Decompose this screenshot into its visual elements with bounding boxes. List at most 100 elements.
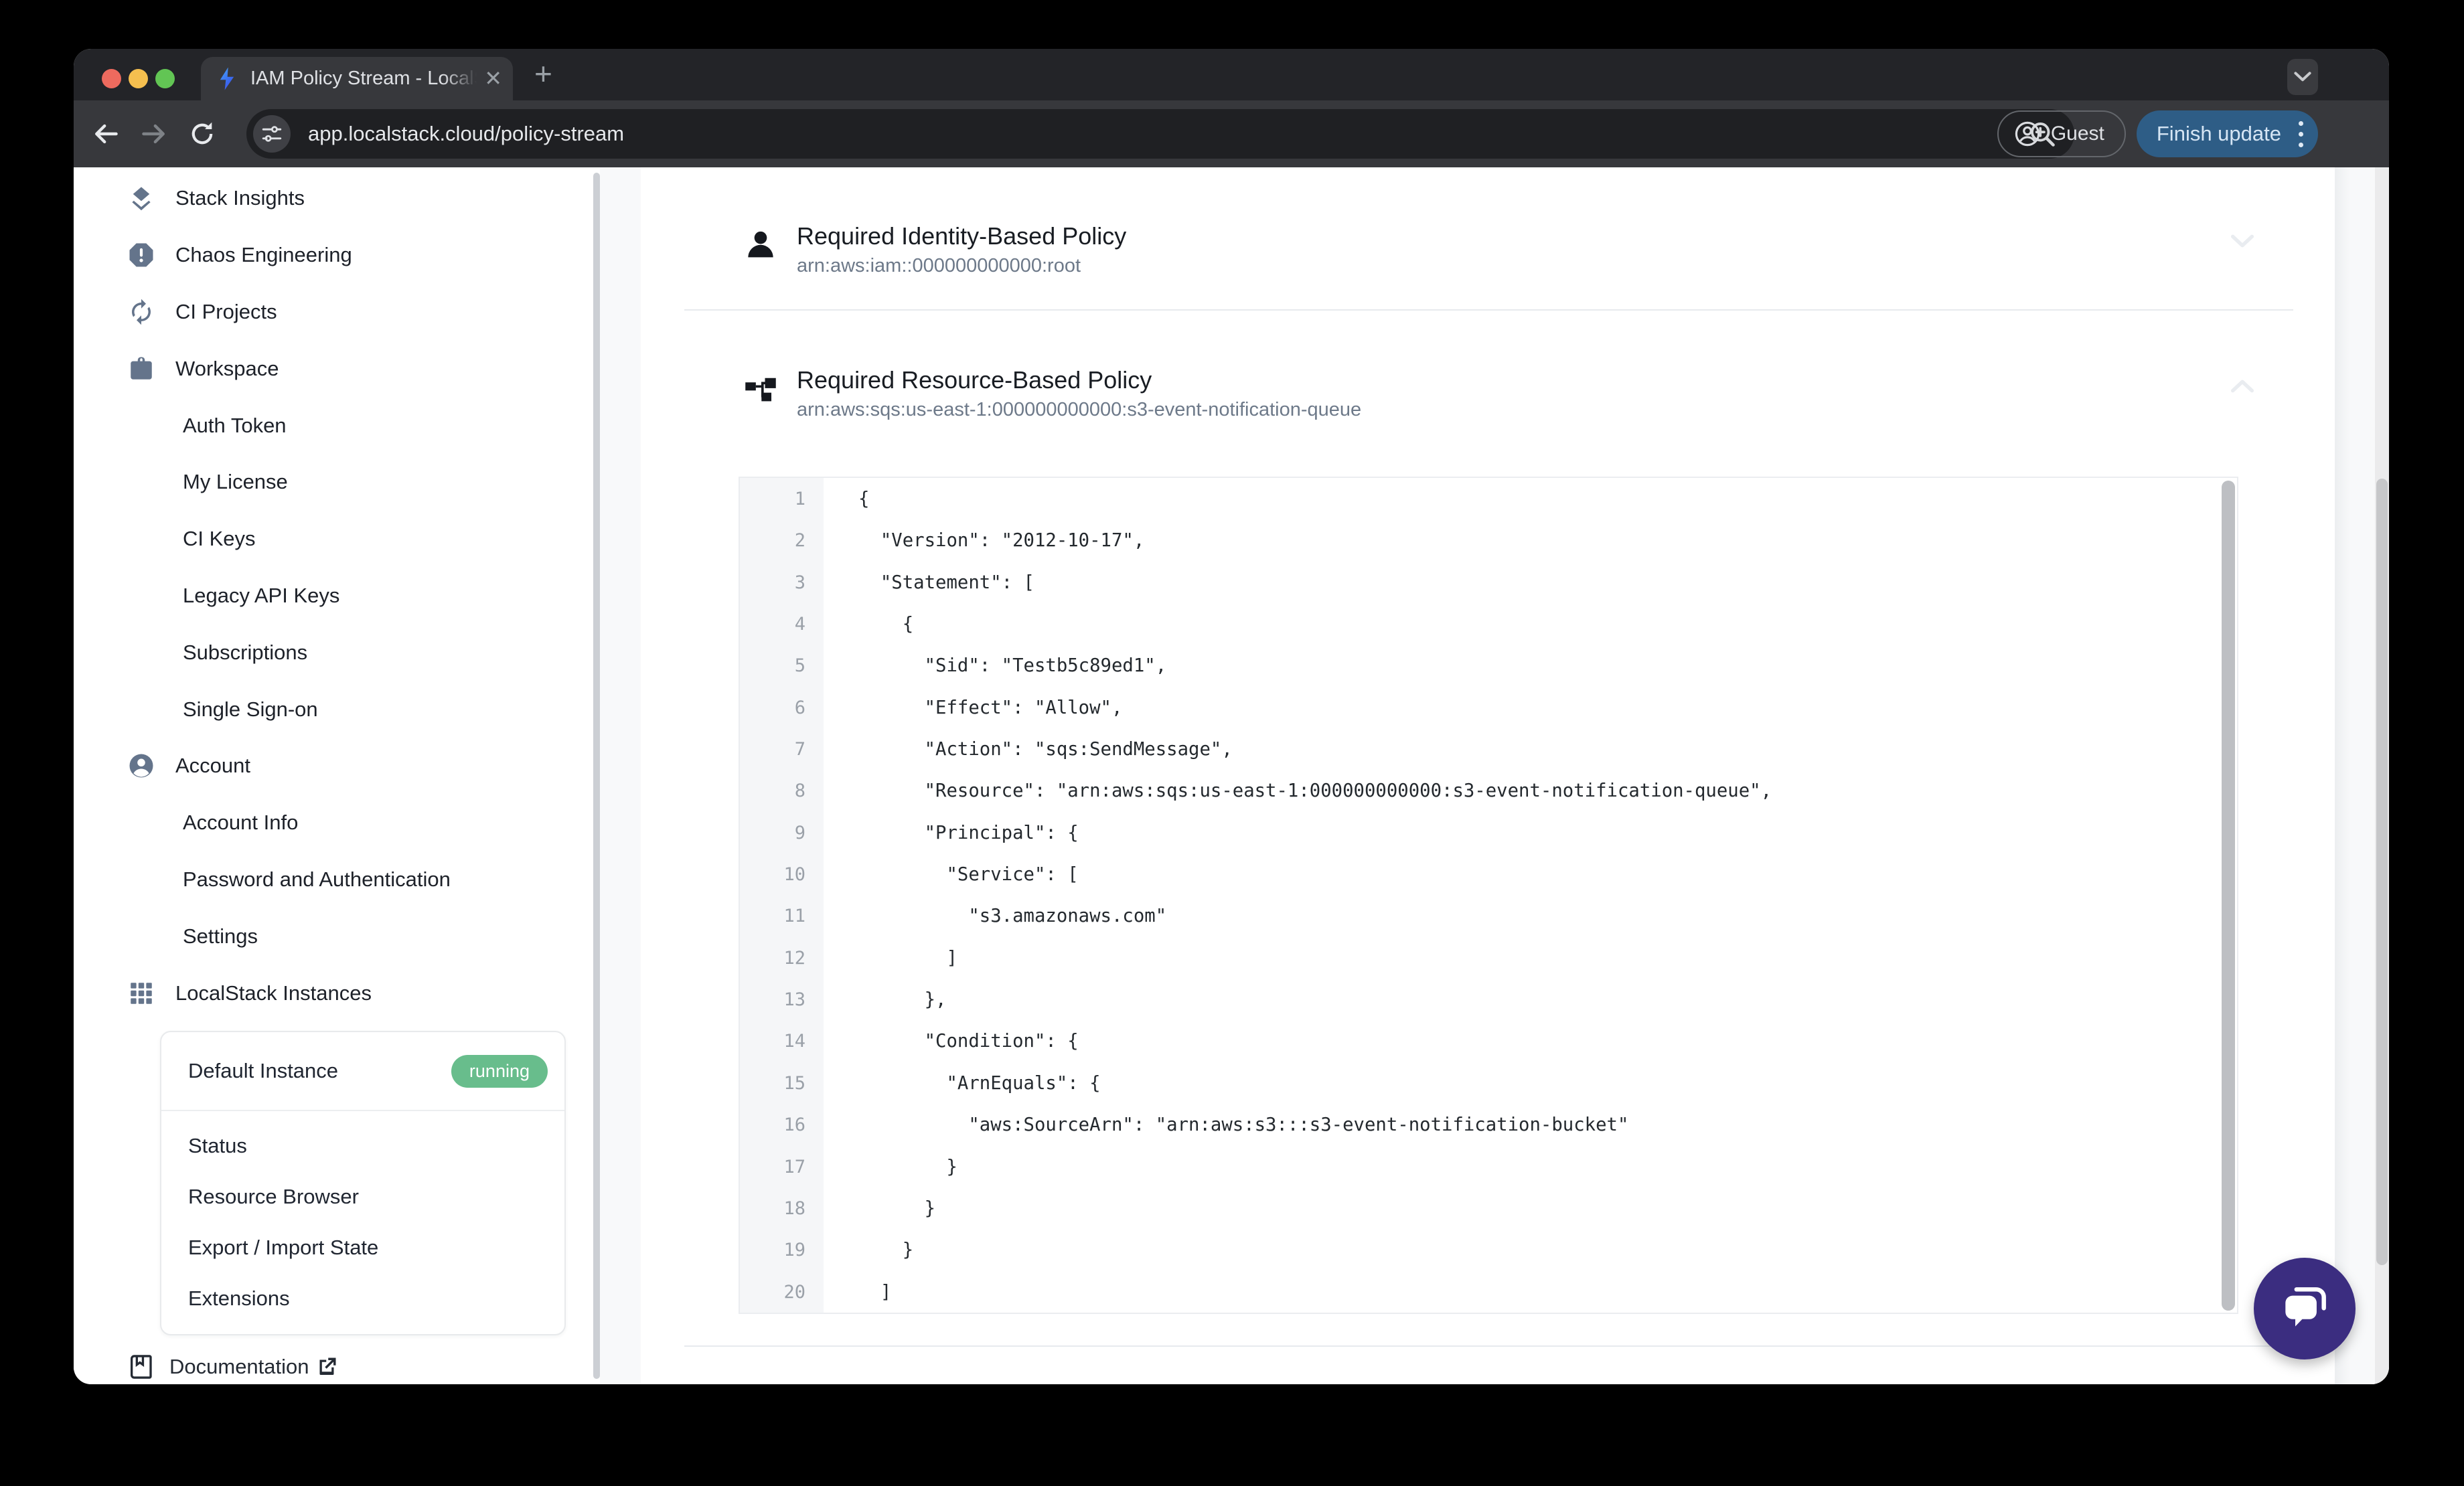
sidebar-item-label: Workspace [175,356,279,380]
sidebar-item-account[interactable]: Account [74,738,593,795]
sidebar-item-label: Auth Token [183,413,287,437]
sidebar: Stack Insights Chaos Engineering CI Proj… [74,167,593,1384]
code-line: } [858,1156,957,1177]
line-number: 20 [783,1281,805,1303]
profile-label: Guest [2050,122,2104,145]
browser-window: IAM Policy Stream - LocalStack ✕ + app.l… [74,49,2389,1384]
identity-policy-header[interactable]: Required Identity-Based Policy arn:aws:i… [743,221,1126,277]
sidebar-item-account-info[interactable]: Account Info [74,795,593,851]
line-number: 9 [794,822,805,843]
browser-tab[interactable]: IAM Policy Stream - LocalStack ✕ [201,57,513,100]
code-line: ] [858,1281,892,1303]
instance-card-items: Status Resource Browser Export / Import … [161,1111,564,1324]
code-line: } [858,1240,914,1261]
section-divider [684,1345,2293,1347]
line-number: 16 [783,1114,805,1136]
sidebar-item-password-and-authentication[interactable]: Password and Authentication [74,851,593,908]
page-scrollbar-track[interactable] [2375,167,2389,1384]
sidebar-item-label: Settings [183,924,258,948]
instance-card-item[interactable]: Extensions [161,1273,564,1324]
code-line: } [858,1198,936,1219]
browser-toolbar: app.localstack.cloud/policy-stream Guest… [74,100,2389,167]
code-line: "Action": "sqs:SendMessage", [858,739,1233,760]
section-divider [684,309,2293,311]
sidebar-item-chaos-engineering[interactable]: Chaos Engineering [74,227,593,284]
code-line: "Resource": "arn:aws:sqs:us-east-1:00000… [858,780,1772,802]
code-scrollbar-thumb[interactable] [2222,481,2235,1311]
person-circle-icon [127,752,155,780]
sidebar-item-ci-keys[interactable]: CI Keys [74,511,593,568]
chevron-up-icon[interactable] [2227,370,2258,401]
chat-widget-button[interactable] [2254,1258,2356,1359]
forward-icon[interactable] [139,119,169,149]
policy-code-editor: 1 2 3 4 5 6 7 8 9 10 11 12 13 14 15 16 17 18 19 20 { "Versi… [739,477,2238,1314]
line-number: 14 [783,1031,805,1052]
url-text: app.localstack.cloud/policy-stream [308,122,625,145]
line-number: 10 [783,864,805,886]
line-number: 6 [794,697,805,718]
sidebar-item-workspace[interactable]: Workspace [74,340,593,397]
line-number: 4 [794,614,805,635]
chat-bubbles-icon [2276,1280,2333,1337]
reload-icon[interactable] [187,119,217,149]
code-line: "Service": [ [858,864,1079,886]
address-bar[interactable]: app.localstack.cloud/policy-stream [246,109,2074,159]
tab-overview-button[interactable] [2287,59,2318,95]
left-gutter [600,167,641,1384]
section-arn: arn:aws:iam::000000000000:root [797,255,1081,276]
fullscreen-window-button[interactable] [155,69,175,88]
code-line: "aws:SourceArn": "arn:aws:s3:::s3-event-… [858,1114,1629,1136]
person-icon [743,228,778,262]
sidebar-item-documentation[interactable]: Documentation [74,1343,593,1384]
code-lines: { "Version": "2012-10-17", "Statement": … [824,478,2237,1313]
sidebar-item-single-sign-on[interactable]: Single Sign-on [74,681,593,738]
sidebar-item-my-license[interactable]: My License [74,454,593,511]
instance-card-item[interactable]: Status [161,1121,564,1171]
instance-card-item[interactable]: Resource Browser [161,1171,564,1222]
sidebar-item-settings[interactable]: Settings [74,908,593,965]
sidebar-item-label: Subscriptions [183,640,308,664]
code-line: "Statement": [ [858,572,1034,593]
alert-octagon-icon [127,241,155,269]
instance-card-header[interactable]: Default Instance running [161,1032,564,1111]
code-line: "Principal": { [858,822,1079,843]
new-tab-button[interactable]: + [534,56,552,92]
profile-button[interactable]: Guest [1997,110,2126,157]
page-scrollbar-thumb[interactable] [2376,479,2388,1265]
chevron-down-icon[interactable] [2227,226,2258,257]
line-number: 17 [783,1156,805,1177]
line-number: 5 [794,655,805,677]
code-line: }, [858,989,947,1011]
line-number: 15 [783,1072,805,1094]
close-window-button[interactable] [102,69,121,88]
line-number: 11 [783,906,805,927]
sidebar-item-localstack-instances[interactable]: LocalStack Instances [74,965,593,1021]
sidebar-item-ci-projects[interactable]: CI Projects [74,284,593,341]
site-settings-button[interactable] [253,115,291,153]
book-icon [127,1353,155,1381]
line-number: 1 [794,489,805,509]
minimize-window-button[interactable] [129,69,148,88]
code-line: "s3.amazonaws.com" [858,906,1167,927]
sidebar-item-legacy-api-keys[interactable]: Legacy API Keys [74,568,593,625]
briefcase-icon [127,355,155,383]
back-icon[interactable] [91,119,121,149]
tab-close-icon[interactable]: ✕ [484,66,502,90]
line-number: 18 [783,1198,805,1219]
right-gutter [2335,167,2375,1384]
sidebar-nav: Stack Insights Chaos Engineering CI Proj… [74,170,593,1021]
desktop: IAM Policy Stream - LocalStack ✕ + app.l… [0,0,2464,1486]
line-number: 8 [794,780,805,802]
code-line: ] [858,947,957,969]
sidebar-item-label: CI Keys [183,527,256,551]
code-line: { [858,489,870,509]
instance-card-item[interactable]: Export / Import State [161,1222,564,1273]
code-line: "Effect": "Allow", [858,697,1123,718]
sidebar-item-subscriptions[interactable]: Subscriptions [74,624,593,681]
sidebar-item-auth-token[interactable]: Auth Token [74,397,593,454]
sidebar-item-stack-insights[interactable]: Stack Insights [74,170,593,227]
finish-update-button[interactable]: Finish update [2136,110,2318,157]
resource-policy-header[interactable]: Required Resource-Based Policy arn:aws:s… [743,365,1361,421]
sidebar-scrollbar[interactable] [593,173,600,1379]
sidebar-item-label: Account [175,754,251,778]
